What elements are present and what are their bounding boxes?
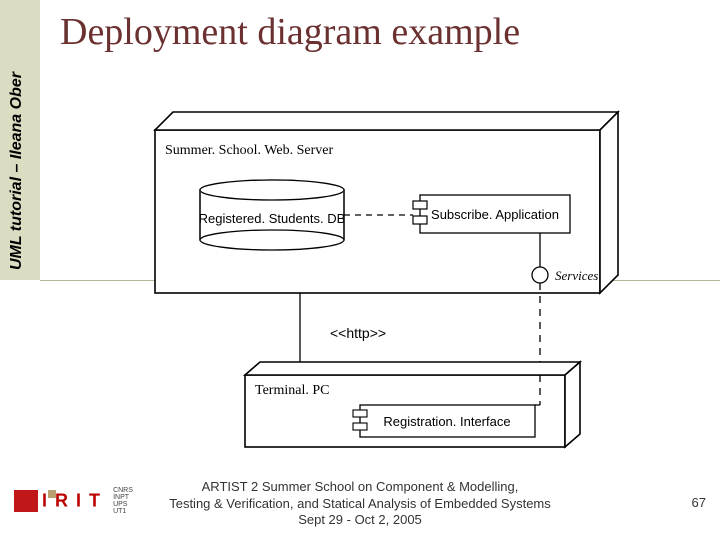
footer-text: ARTIST 2 Summer School on Component & Mo… [0, 479, 720, 528]
component-registration-interface: Registration. Interface [353, 405, 535, 437]
component-registration-label: Registration. Interface [383, 414, 510, 429]
page-number: 67 [692, 495, 706, 510]
node-web-server: Summer. School. Web. Server Registered. … [155, 112, 618, 293]
interface-services-label: Services [555, 268, 598, 283]
node-terminal-pc: Terminal. PC Registration. Interface [245, 283, 580, 447]
component-subscribe-application: Subscribe. Application [413, 195, 570, 233]
deployment-diagram: Summer. School. Web. Server Registered. … [0, 0, 720, 540]
footer-line-3: Sept 29 - Oct 2, 2005 [0, 512, 720, 528]
footer-line-2: Testing & Verification, and Statical Ana… [0, 496, 720, 512]
interface-lollipop-icon [532, 267, 548, 283]
http-link: <<http>> [300, 293, 386, 365]
footer-line-1: ARTIST 2 Summer School on Component & Mo… [0, 479, 720, 495]
node-terminal-pc-label: Terminal. PC [255, 383, 329, 398]
component-subscribe-label: Subscribe. Application [431, 207, 559, 222]
db-registered-students: Registered. Students. DB [199, 180, 346, 250]
db-label: Registered. Students. DB [199, 211, 346, 226]
node-web-server-label: Summer. School. Web. Server [165, 143, 333, 158]
http-link-label: <<http>> [330, 325, 386, 341]
